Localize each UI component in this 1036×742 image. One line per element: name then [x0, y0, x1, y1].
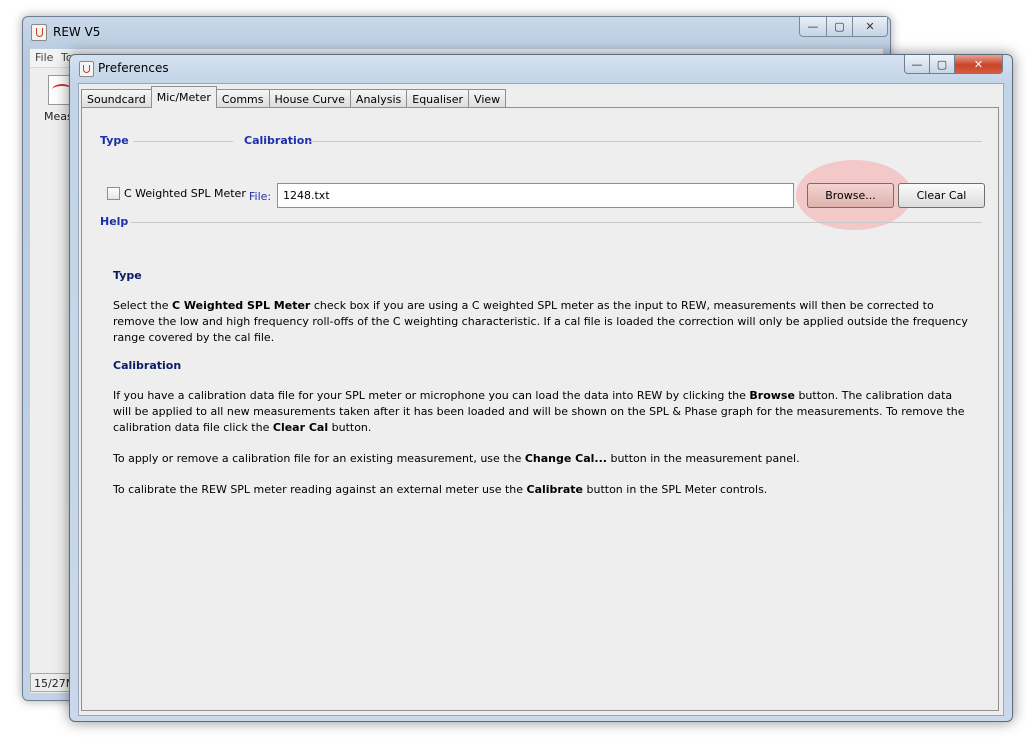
preferences-panel: Soundcard Mic/Meter Comms House Curve An…: [78, 83, 1004, 716]
type-section-header: Type: [100, 134, 129, 147]
java-app-icon: [31, 24, 47, 41]
file-label: File:: [249, 190, 272, 203]
main-window-title: REW V5: [53, 25, 101, 39]
help-calibration-title: Calibration: [113, 359, 182, 372]
java-app-icon: [79, 61, 94, 77]
dialog-close-button[interactable]: ✕: [954, 55, 1003, 74]
tab-analysis[interactable]: Analysis: [349, 89, 408, 108]
help-calibration-text: If you have a calibration data file for …: [113, 389, 965, 434]
tab-bar: Soundcard Mic/Meter Comms House Curve An…: [81, 86, 507, 108]
tab-soundcard[interactable]: Soundcard: [81, 89, 152, 108]
browse-button[interactable]: Browse...: [807, 183, 894, 208]
calibration-divider: [310, 141, 982, 142]
mic-meter-tab-content: Type C Weighted SPL Meter Calibration Fi…: [81, 107, 999, 711]
help-type-title: Type: [113, 269, 142, 282]
dialog-maximize-button[interactable]: ▢: [929, 55, 955, 74]
help-calibrate-text: To calibrate the REW SPL meter reading a…: [113, 483, 768, 496]
c-weighted-checkbox[interactable]: [107, 187, 120, 200]
cal-file-input[interactable]: [277, 183, 794, 208]
menu-file[interactable]: File: [35, 51, 53, 64]
calibration-section-header: Calibration: [244, 134, 313, 147]
help-type-text: Select the C Weighted SPL Meter check bo…: [113, 299, 968, 344]
type-divider: [133, 141, 233, 142]
main-maximize-button[interactable]: ▢: [826, 17, 853, 37]
tab-house-curve[interactable]: House Curve: [268, 89, 351, 108]
help-change-cal-text: To apply or remove a calibration file fo…: [113, 452, 800, 465]
dialog-title: Preferences: [98, 61, 169, 75]
preferences-dialog: Preferences — ▢ ✕ Soundcard Mic/Meter Co…: [69, 54, 1013, 722]
main-minimize-button[interactable]: —: [799, 17, 827, 37]
tab-mic-meter[interactable]: Mic/Meter: [150, 86, 217, 108]
c-weighted-checkbox-label[interactable]: C Weighted SPL Meter: [124, 187, 246, 200]
tab-comms[interactable]: Comms: [215, 89, 270, 108]
main-close-button[interactable]: ✕: [852, 17, 888, 37]
help-section-header: Help: [100, 215, 129, 228]
clear-cal-button[interactable]: Clear Cal: [898, 183, 985, 208]
help-content: Type Select the C Weighted SPL Meter che…: [113, 268, 973, 498]
tab-equaliser[interactable]: Equaliser: [406, 89, 470, 108]
tab-view[interactable]: View: [468, 89, 507, 108]
help-divider: [131, 222, 982, 223]
dialog-minimize-button[interactable]: —: [904, 55, 930, 74]
